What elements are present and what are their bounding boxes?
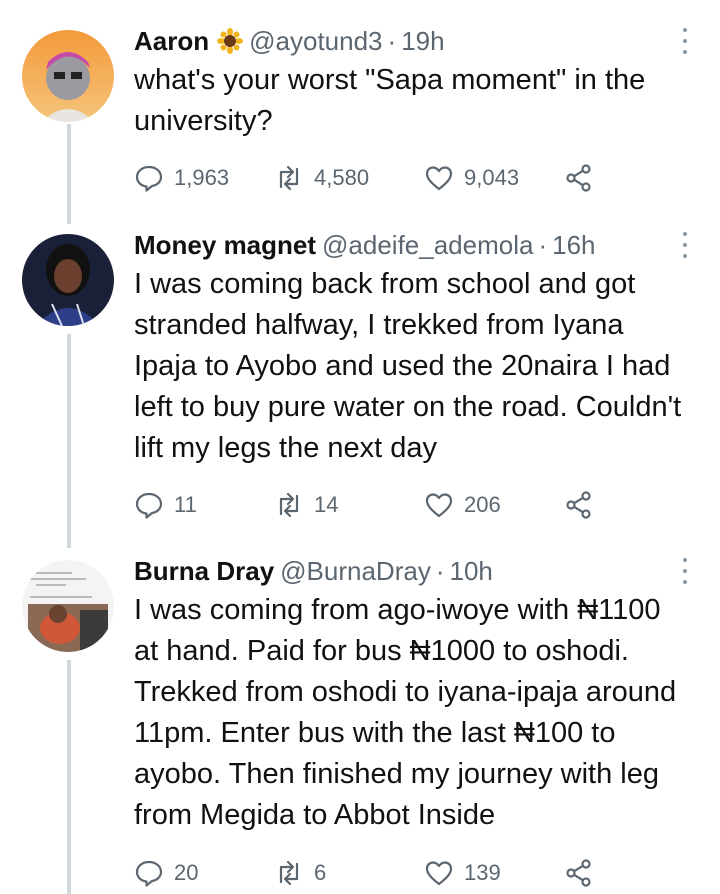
tweet-text: what's your worst "Sapa moment" in the u… xyxy=(134,64,646,137)
avatar[interactable] xyxy=(22,560,114,652)
timestamp[interactable]: 16h xyxy=(552,228,595,262)
reply-count: 1,963 xyxy=(174,165,230,190)
heart-icon xyxy=(425,861,453,886)
thread-line xyxy=(67,334,71,548)
avatar[interactable] xyxy=(22,30,114,122)
reply-icon xyxy=(135,492,163,519)
reply-count: 20 xyxy=(174,860,199,885)
retweet-icon xyxy=(279,165,299,191)
action-bar: 20 6 139 xyxy=(134,856,614,890)
reply-button[interactable]: 20 xyxy=(134,858,274,888)
like-button[interactable]: 9,043 xyxy=(424,163,564,193)
avatar[interactable] xyxy=(22,234,114,326)
reply-count: 11 xyxy=(174,492,197,517)
retweet-count: 14 xyxy=(314,492,339,517)
tweet-text: I was coming back from school and got st… xyxy=(134,268,682,464)
like-count: 206 xyxy=(464,492,501,517)
like-count: 9,043 xyxy=(464,165,520,190)
tweet[interactable]: Aaron @ayotund3 · 19h what's your worst … xyxy=(0,0,720,220)
reply-icon xyxy=(135,165,163,192)
retweet-button[interactable]: 14 xyxy=(274,490,424,520)
display-name[interactable]: Money magnet xyxy=(134,228,316,262)
user-handle[interactable]: @adeife_ademola xyxy=(322,228,533,262)
reply-icon xyxy=(135,860,163,887)
share-button[interactable] xyxy=(564,163,594,193)
more-options-icon[interactable] xyxy=(678,232,692,258)
like-button[interactable]: 206 xyxy=(424,490,564,520)
retweet-icon xyxy=(279,860,299,886)
timestamp[interactable]: 19h xyxy=(401,24,444,58)
share-icon xyxy=(566,859,591,887)
retweet-icon xyxy=(279,492,299,518)
tweet-text: I was coming from ago-iwoye with ₦1100 a… xyxy=(134,594,677,831)
sunflower-icon xyxy=(217,28,244,54)
share-icon xyxy=(566,164,591,192)
retweet-button[interactable]: 4,580 xyxy=(274,163,424,193)
retweet-count: 4,580 xyxy=(314,165,370,190)
heart-icon xyxy=(425,166,453,191)
display-name[interactable]: Aaron xyxy=(134,24,209,58)
like-count: 139 xyxy=(464,860,501,885)
retweet-count: 6 xyxy=(314,860,327,885)
share-button[interactable] xyxy=(564,858,594,888)
separator: · xyxy=(435,556,445,586)
retweet-button[interactable]: 6 xyxy=(274,858,424,888)
share-icon xyxy=(566,491,591,519)
reply-button[interactable]: 11 xyxy=(134,490,274,520)
display-name[interactable]: Burna Dray xyxy=(134,554,274,588)
action-bar: 1,963 4,580 9,043 xyxy=(134,161,614,195)
more-options-icon[interactable] xyxy=(678,28,692,54)
timestamp[interactable]: 10h xyxy=(450,554,493,588)
separator: · xyxy=(387,26,397,56)
user-handle[interactable]: @BurnaDray xyxy=(280,554,431,588)
share-button[interactable] xyxy=(564,490,594,520)
more-options-icon[interactable] xyxy=(678,558,692,584)
reply-button[interactable]: 1,963 xyxy=(134,163,274,193)
thread-line xyxy=(67,660,71,894)
like-button[interactable]: 139 xyxy=(424,858,564,888)
heart-icon xyxy=(425,493,453,518)
user-handle[interactable]: @ayotund3 xyxy=(249,24,382,58)
separator: · xyxy=(538,230,548,260)
action-bar: 11 14 206 xyxy=(134,488,614,522)
